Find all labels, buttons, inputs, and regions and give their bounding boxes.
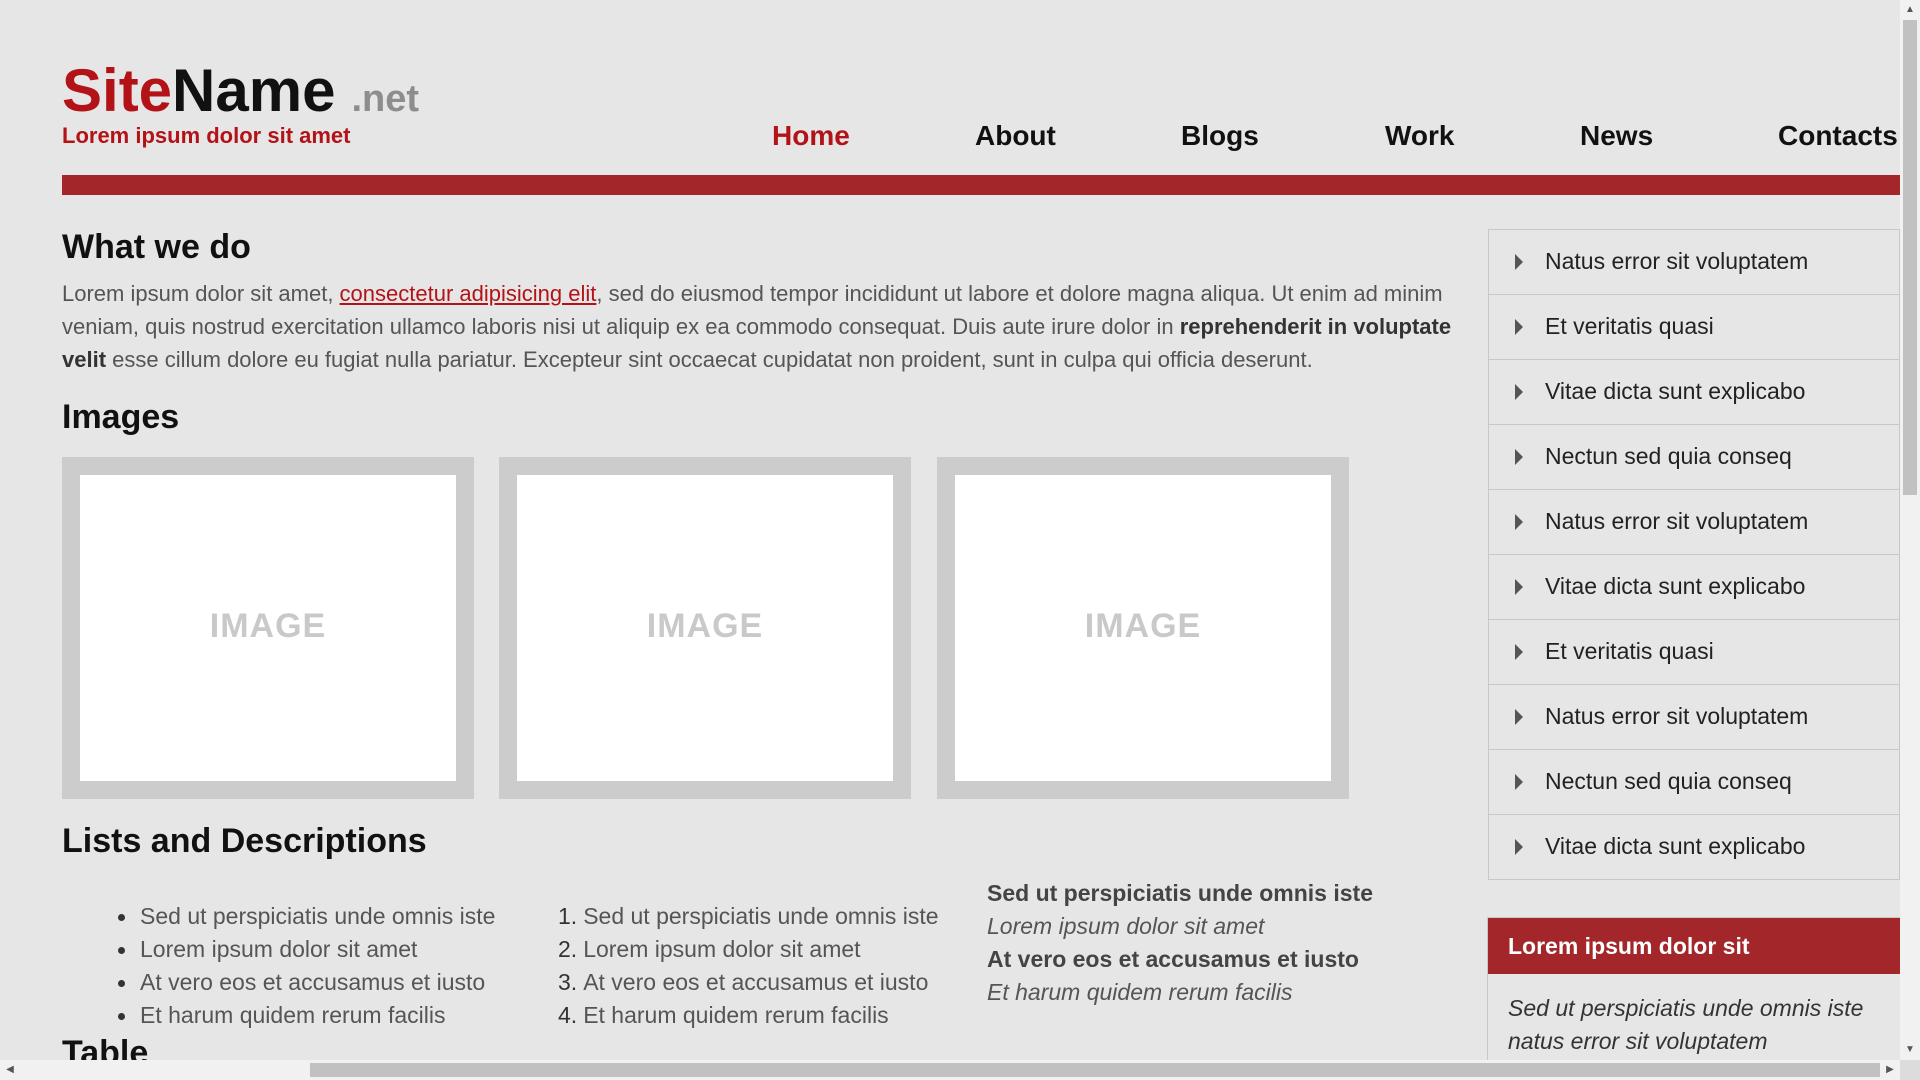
horizontal-scrollbar[interactable]: ◀ ▶ — [0, 1060, 1900, 1080]
nav-work[interactable]: Work — [1385, 118, 1455, 154]
scroll-up-arrow-icon[interactable]: ▲ — [1900, 0, 1920, 20]
list-item-text: Sed ut perspiciatis unde omnis iste — [583, 903, 939, 929]
sidebar-item-label: Vitae dicta sunt explicabo — [1545, 378, 1806, 404]
logo-suffix: .net — [351, 78, 420, 120]
sidebar-item[interactable]: Natus error sit voluptatem — [1489, 230, 1899, 295]
sidebar-item[interactable]: Et veritatis quasi — [1489, 620, 1899, 685]
caret-right-icon — [1515, 319, 1523, 335]
info-box-text: Sed ut perspiciatis unde omnis iste natu… — [1508, 995, 1864, 1054]
scroll-left-arrow-icon[interactable]: ◀ — [0, 1060, 20, 1080]
caret-right-icon — [1515, 384, 1523, 400]
list-number: 3. — [558, 969, 578, 995]
list-item: At vero eos et accusamus et iusto — [114, 966, 495, 999]
sidebar-item-label: Et veritatis quasi — [1545, 313, 1714, 339]
sidebar-item-label: Nectun sed quia conseq — [1545, 443, 1792, 469]
description-list: Sed ut perspiciatis unde omnis iste Lore… — [987, 877, 1373, 1009]
list-item: 3. At vero eos et accusamus et iusto — [558, 966, 939, 999]
scrollbar-corner — [1900, 1060, 1920, 1080]
nav-home[interactable]: Home — [772, 118, 850, 154]
site-tagline: Lorem ipsum dolor sit amet — [62, 123, 351, 148]
list-item-text: At vero eos et accusamus et iusto — [583, 969, 929, 995]
image-thumbnail-1[interactable]: IMAGE — [62, 457, 474, 799]
sidebar-item[interactable]: Nectun sed quia conseq — [1489, 750, 1899, 815]
main-nav: Home About Blogs Work News Contacts — [730, 118, 1900, 158]
logo-name-text: Name — [172, 57, 336, 124]
image-placeholder: IMAGE — [517, 475, 893, 781]
image-placeholder-label: IMAGE — [1084, 607, 1202, 645]
sidebar-item[interactable]: Vitae dicta sunt explicabo — [1489, 555, 1899, 620]
bulleted-list: Sed ut perspiciatis unde omnis iste Lore… — [74, 900, 495, 1032]
list-item-text: Lorem ipsum dolor sit amet — [583, 936, 861, 962]
images-heading: Images — [62, 398, 180, 436]
description-term: At vero eos et accusamus et iusto — [987, 946, 1359, 972]
sidebar-item-label: Natus error sit voluptatem — [1545, 248, 1809, 274]
nav-contacts[interactable]: Contacts — [1778, 118, 1898, 154]
caret-right-icon — [1515, 709, 1523, 725]
lists-heading: Lists and Descriptions — [62, 822, 427, 860]
image-placeholder: IMAGE — [80, 475, 456, 781]
image-placeholder-label: IMAGE — [646, 607, 764, 645]
caret-right-icon — [1515, 774, 1523, 790]
list-item: Et harum quidem rerum facilis — [114, 999, 495, 1032]
nav-blogs[interactable]: Blogs — [1181, 118, 1259, 154]
vertical-scrollbar[interactable]: ▲ ▼ — [1900, 0, 1920, 1060]
page: SiteName .net Lorem ipsum dolor sit amet … — [0, 0, 1900, 1060]
list-number: 1. — [558, 903, 578, 929]
sidebar-item[interactable]: Vitae dicta sunt explicabo — [1489, 360, 1899, 425]
list-number: 4. — [558, 1002, 578, 1028]
table-heading: Table — [62, 1034, 149, 1060]
header-divider-bar — [62, 175, 1900, 195]
list-item: Lorem ipsum dolor sit amet — [114, 933, 495, 966]
list-item: Sed ut perspiciatis unde omnis iste — [114, 900, 495, 933]
sidebar-item-label: Vitae dicta sunt explicabo — [1545, 833, 1806, 859]
list-item: 1. Sed ut perspiciatis unde omnis iste — [558, 900, 939, 933]
numbered-list: 1. Sed ut perspiciatis unde omnis iste 2.… — [518, 900, 939, 1032]
sidebar-info-box: Lorem ipsum dolor sit Sed ut perspiciati… — [1487, 917, 1900, 1060]
sidebar-item-label: Et veritatis quasi — [1545, 638, 1714, 664]
vertical-scroll-thumb[interactable] — [1903, 20, 1917, 495]
sidebar-item-label: Vitae dicta sunt explicabo — [1545, 573, 1806, 599]
nav-about[interactable]: About — [975, 118, 1056, 154]
sidebar-item-label: Nectun sed quia conseq — [1545, 768, 1792, 794]
intro-paragraph: Lorem ipsum dolor sit amet, consectetur … — [62, 277, 1462, 376]
scroll-right-arrow-icon[interactable]: ▶ — [1880, 1060, 1900, 1080]
caret-right-icon — [1515, 579, 1523, 595]
image-thumbnail-2[interactable]: IMAGE — [499, 457, 911, 799]
caret-right-icon — [1515, 644, 1523, 660]
logo-site-text: Site — [62, 57, 173, 124]
description-term: Sed ut perspiciatis unde omnis iste — [987, 880, 1373, 906]
sidebar-item-label: Natus error sit voluptatem — [1545, 703, 1809, 729]
sidebar-item-label: Natus error sit voluptatem — [1545, 508, 1809, 534]
scroll-down-arrow-icon[interactable]: ▼ — [1900, 1040, 1920, 1060]
caret-right-icon — [1515, 254, 1523, 270]
description-detail: Lorem ipsum dolor sit amet — [987, 913, 1265, 939]
image-placeholder: IMAGE — [955, 475, 1331, 781]
intro-link[interactable]: consectetur adipisicing elit — [340, 281, 597, 306]
description-detail: Et harum quidem rerum facilis — [987, 979, 1293, 1005]
what-we-do-heading: What we do — [62, 228, 251, 266]
intro-text-1: Lorem ipsum dolor sit amet, — [62, 281, 340, 306]
image-placeholder-label: IMAGE — [209, 607, 327, 645]
sidebar-item[interactable]: Nectun sed quia conseq — [1489, 425, 1899, 490]
nav-news[interactable]: News — [1580, 118, 1653, 154]
sidebar-item[interactable]: Natus error sit voluptatem — [1489, 685, 1899, 750]
info-box-title: Lorem ipsum dolor sit — [1488, 918, 1900, 974]
caret-right-icon — [1515, 839, 1523, 855]
caret-right-icon — [1515, 514, 1523, 530]
image-thumbnail-3[interactable]: IMAGE — [937, 457, 1349, 799]
site-logo[interactable]: SiteName .net — [62, 58, 419, 132]
list-item-text: Et harum quidem rerum facilis — [583, 1002, 889, 1028]
horizontal-scroll-thumb[interactable] — [310, 1063, 1880, 1077]
sidebar-item[interactable]: Et veritatis quasi — [1489, 295, 1899, 360]
sidebar-menu: Natus error sit voluptatem Et veritatis … — [1488, 229, 1900, 880]
caret-right-icon — [1515, 449, 1523, 465]
sidebar-item[interactable]: Vitae dicta sunt explicabo — [1489, 815, 1899, 880]
list-item: 2. Lorem ipsum dolor sit amet — [558, 933, 939, 966]
list-number: 2. — [558, 936, 578, 962]
sidebar-item[interactable]: Natus error sit voluptatem — [1489, 490, 1899, 555]
list-item: 4. Et harum quidem rerum facilis — [558, 999, 939, 1032]
intro-text-3: esse cillum dolore eu fugiat nulla paria… — [106, 347, 1313, 372]
